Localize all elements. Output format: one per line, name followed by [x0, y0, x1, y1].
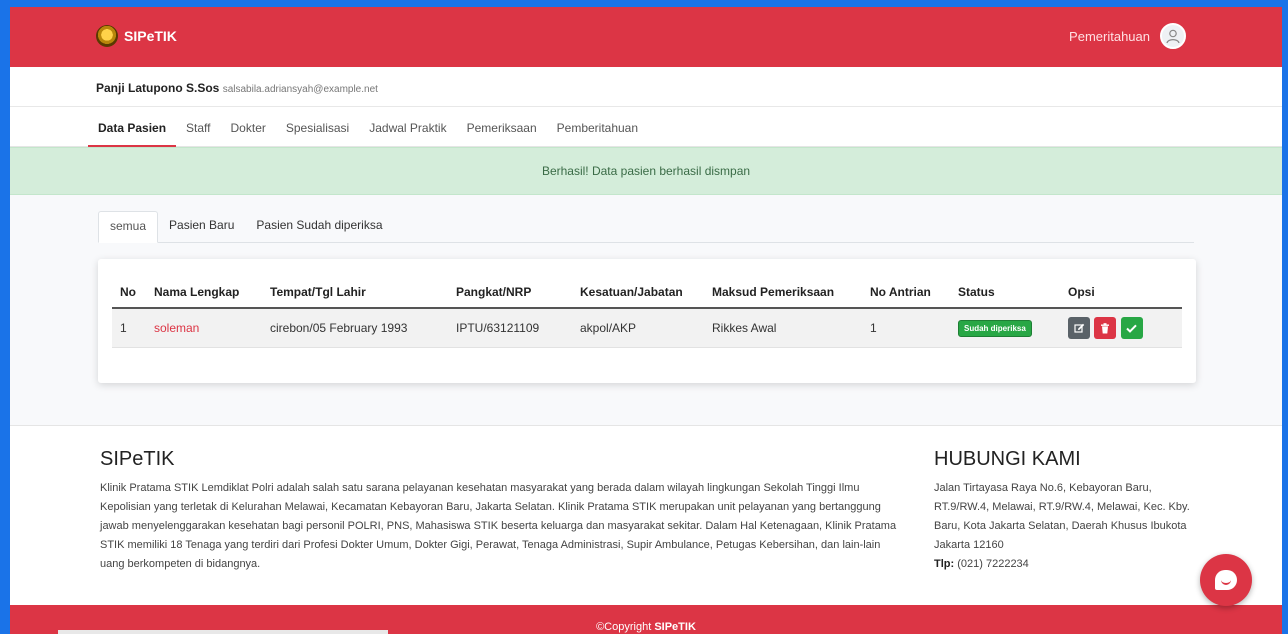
- col-no: No: [112, 279, 146, 309]
- chat-widget-button[interactable]: [1200, 554, 1252, 606]
- trash-icon: [1101, 322, 1110, 333]
- table-row: 1 soleman cirebon/05 February 1993 IPTU/…: [112, 308, 1182, 348]
- main-nav: Data Pasien Staff Dokter Spesialisasi Ja…: [10, 107, 1282, 147]
- tab-pasien-baru[interactable]: Pasien Baru: [158, 211, 245, 242]
- edit-icon: [1073, 323, 1084, 333]
- nav-staff[interactable]: Staff: [176, 121, 220, 146]
- patient-table-card: No Nama Lengkap Tempat/Tgl Lahir Pangkat…: [98, 259, 1196, 383]
- footer-about: SIPeTIK Klinik Pratama STIK Lemdiklat Po…: [100, 448, 900, 574]
- footer-phone: Tlp: (021) 7222234: [934, 555, 1204, 574]
- footer-address: Jalan Tirtayasa Raya No.6, Kebayoran Bar…: [934, 482, 1190, 551]
- cell-pangkat: IPTU/63121109: [448, 308, 572, 348]
- alert-message: Berhasil! Data pasien berhasil dismpan: [541, 164, 751, 178]
- patient-tabs: semua Pasien Baru Pasien Sudah diperiksa: [98, 211, 1194, 243]
- footer: SIPeTIK Klinik Pratama STIK Lemdiklat Po…: [10, 425, 1282, 605]
- status-badge: Sudah diperiksa: [958, 319, 1032, 337]
- success-alert: Berhasil! Data pasien berhasil dismpan: [10, 147, 1282, 195]
- user-avatar-icon: [1166, 29, 1180, 44]
- table-header-row: No Nama Lengkap Tempat/Tgl Lahir Pangkat…: [112, 279, 1182, 309]
- cell-opsi: [1060, 308, 1182, 348]
- edit-button[interactable]: [1068, 317, 1090, 339]
- cell-maksud: Rikkes Awal: [704, 308, 862, 348]
- nav-jadwal-praktik[interactable]: Jadwal Praktik: [359, 121, 456, 146]
- footer-about-text: Klinik Pratama STIK Lemdiklat Polri adal…: [100, 482, 897, 570]
- nav-dokter[interactable]: Dokter: [221, 121, 276, 146]
- chat-icon: [1215, 570, 1237, 590]
- confirm-button[interactable]: [1120, 317, 1143, 339]
- col-status: Status: [950, 279, 1060, 309]
- brand[interactable]: SIPeTIK: [96, 25, 177, 47]
- footer-about-title: SIPeTIK: [100, 448, 175, 470]
- cell-nama[interactable]: soleman: [146, 308, 262, 348]
- brand-name: SIPeTIK: [124, 28, 177, 44]
- cell-ttl: cirebon/05 February 1993: [262, 308, 448, 348]
- col-maksud: Maksud Pemeriksaan: [704, 279, 862, 309]
- footer-contact: HUBUNGI KAMI Jalan Tirtayasa Raya No.6, …: [934, 448, 1204, 574]
- main-content: semua Pasien Baru Pasien Sudah diperiksa…: [10, 195, 1282, 425]
- col-kesatuan: Kesatuan/Jabatan: [572, 279, 704, 309]
- avatar-icon[interactable]: [1160, 23, 1186, 49]
- tab-pasien-sudah-diperiksa[interactable]: Pasien Sudah diperiksa: [245, 211, 393, 242]
- tab-semua[interactable]: semua: [98, 211, 159, 243]
- user-email: salsabila.adriansyah@example.net: [222, 84, 378, 95]
- nav-pemberitahuan[interactable]: Pemberitahuan: [547, 121, 648, 146]
- nav-data-pasien[interactable]: Data Pasien: [88, 121, 177, 147]
- nav-spesialisasi[interactable]: Spesialisasi: [276, 121, 359, 146]
- cell-status: Sudah diperiksa: [950, 308, 1060, 348]
- cell-no: 1: [112, 308, 146, 348]
- notification-link[interactable]: Pemeritahuan: [1069, 29, 1150, 44]
- user-info-row: Panji Latupono S.Sos salsabila.adriansya…: [10, 67, 1282, 107]
- footer-contact-title: HUBUNGI KAMI: [934, 448, 1081, 470]
- cell-antrian: 1: [862, 308, 950, 348]
- phone-label: Tlp:: [934, 558, 955, 570]
- col-nama: Nama Lengkap: [146, 279, 262, 309]
- copyright-brand: SIPeTIK: [654, 621, 696, 633]
- delete-button[interactable]: [1094, 317, 1117, 339]
- copyright-prefix: ©Copyright: [596, 621, 652, 633]
- patient-table: No Nama Lengkap Tempat/Tgl Lahir Pangkat…: [112, 279, 1182, 348]
- top-navbar: SIPeTIK Pemeritahuan: [10, 7, 1282, 67]
- police-logo-icon: [96, 25, 118, 47]
- nav-pemeriksaan[interactable]: Pemeriksaan: [457, 121, 547, 146]
- cell-kesatuan: akpol/AKP: [572, 308, 704, 348]
- col-pangkat: Pangkat/NRP: [448, 279, 572, 309]
- user-name: Panji Latupono S.Sos: [96, 81, 220, 95]
- top-right-menu: Pemeritahuan: [1069, 23, 1186, 49]
- col-ttl: Tempat/Tgl Lahir: [262, 279, 448, 309]
- col-opsi: Opsi: [1060, 279, 1182, 309]
- check-icon: [1126, 324, 1137, 333]
- phone-number: (021) 7222234: [957, 558, 1029, 570]
- app-window: SIPeTIK Pemeritahuan Panji Latupono S.So…: [10, 7, 1282, 634]
- col-antrian: No Antrian: [862, 279, 950, 309]
- horizontal-scrollbar[interactable]: [58, 630, 388, 634]
